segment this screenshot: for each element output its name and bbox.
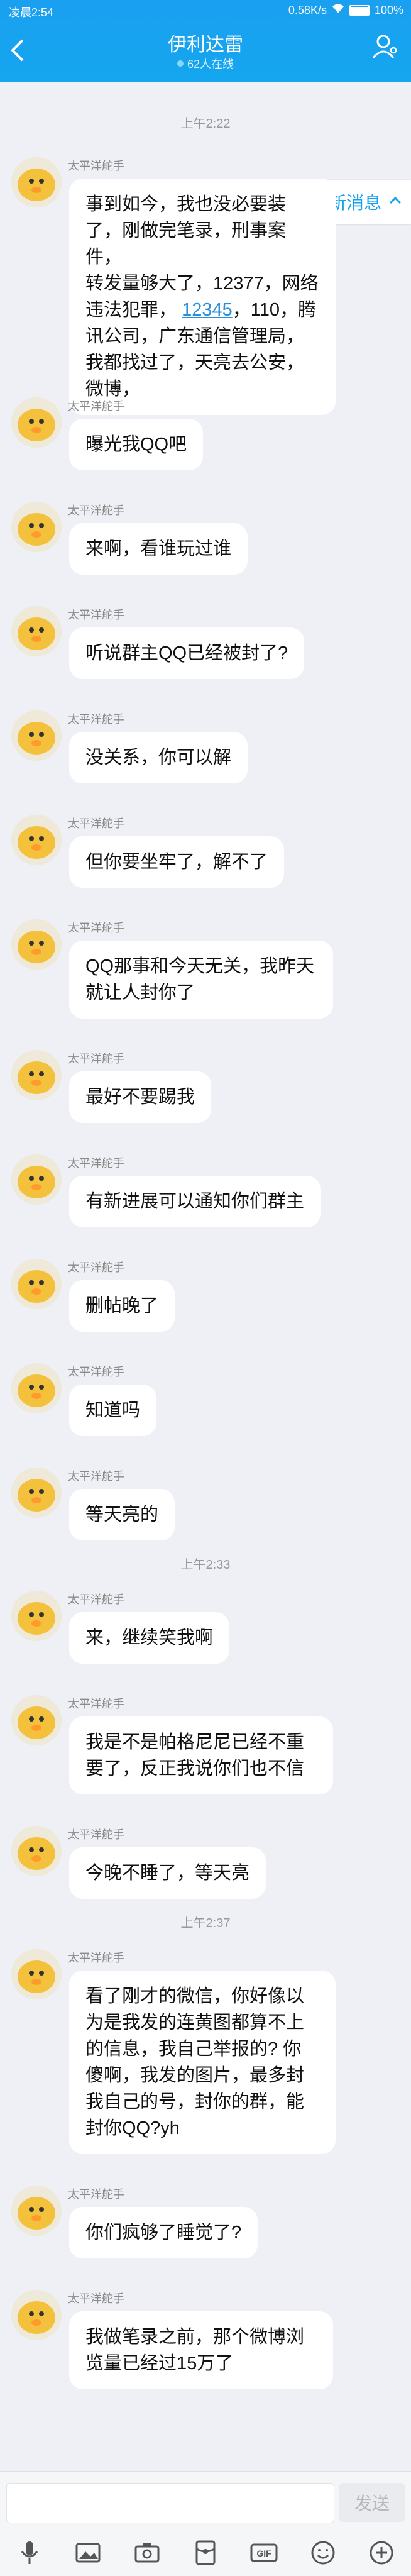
sender-name: 太平洋舵手 (68, 1593, 124, 1606)
microphone-icon[interactable] (15, 2538, 44, 2567)
avatar[interactable] (11, 710, 62, 761)
sender-name: 太平洋舵手 (68, 2292, 124, 2305)
message-bubble[interactable]: 有新进展可以通知你们群主 (69, 1176, 321, 1227)
avatar[interactable] (11, 1259, 62, 1309)
battery-icon (349, 5, 370, 16)
sender-name: 太平洋舵手 (68, 1470, 124, 1483)
message-bubble[interactable]: 我做笔录之前，那个微博浏 览量已经过15万了 (69, 2311, 333, 2389)
message-bubble[interactable]: 删帖晚了 (69, 1280, 175, 1332)
phone-link[interactable]: 12345 (182, 300, 233, 320)
avatar[interactable] (11, 502, 62, 552)
sender-name: 太平洋舵手 (68, 160, 124, 172)
wifi-icon (332, 4, 344, 17)
battery-level: 100% (374, 4, 403, 16)
sender-name: 太平洋舵手 (68, 1157, 124, 1169)
message-bubble[interactable]: 最好不要踢我 (69, 1071, 212, 1123)
avatar[interactable] (11, 1949, 62, 1999)
avatar[interactable] (11, 815, 62, 865)
avatar[interactable] (11, 157, 62, 207)
avatar[interactable] (11, 1468, 62, 1518)
avatar[interactable] (11, 1695, 62, 1745)
avatar[interactable] (11, 2186, 62, 2236)
online-count-label: 62人在线 (187, 58, 234, 70)
sender-name: 太平洋舵手 (68, 400, 124, 412)
sender-name: 太平洋舵手 (68, 1366, 124, 1378)
timestamp: 上午2:37 (180, 1916, 231, 1930)
message-bubble[interactable]: 来，继续笑我啊 (69, 1612, 230, 1664)
message-bubble[interactable]: 事到如今，我也没必要装 了，刚做完笔录，刑事案件， 转发量够大了，12377，网… (69, 179, 336, 415)
avatar[interactable] (11, 1363, 62, 1413)
avatar[interactable] (11, 1826, 62, 1876)
message-bubble[interactable]: 没关系，你可以解 (69, 732, 248, 783)
avatar[interactable] (11, 397, 62, 448)
avatar[interactable] (11, 1591, 62, 1641)
sender-name: 太平洋舵手 (68, 1698, 124, 1710)
message-list[interactable]: 上午2:22 31条新消息 太平洋舵手 事到如今，我也没必要装 了，刚做完笔录，… (0, 82, 411, 2471)
sender-name: 太平洋舵手 (68, 1053, 124, 1065)
message-bubble[interactable]: 你们疯够了睡觉了? (69, 2207, 258, 2258)
sender-name: 太平洋舵手 (68, 609, 124, 621)
timestamp: 上午2:33 (180, 1558, 231, 1572)
message-bubble[interactable]: QQ那事和今天无关，我昨天 就让人封你了 (69, 941, 333, 1019)
message-bubble[interactable]: 看了刚才的微信，你好像以 为是我发的连黄图都算不上 的信息，我自己举报的? 你 … (69, 1971, 336, 2154)
avatar[interactable] (11, 919, 62, 970)
input-toolbar: GIF (0, 2535, 411, 2571)
emoji-icon[interactable] (309, 2538, 337, 2567)
network-speed: 0.58K/s (288, 4, 327, 16)
avatar[interactable] (11, 606, 62, 656)
input-area: 发送 GIF (0, 2471, 411, 2576)
sender-name: 太平洋舵手 (68, 1828, 124, 1841)
message-input[interactable] (6, 2483, 334, 2523)
sender-name: 太平洋舵手 (68, 817, 124, 830)
group-title: 伊利达雷 (168, 35, 243, 55)
send-button[interactable]: 发送 (339, 2483, 405, 2522)
message-bubble[interactable]: 来啊，看谁玩过谁 (69, 523, 248, 575)
chat-header: 凌晨2:54 0.58K/s 100% 伊利达雷 62人在线 (0, 0, 411, 82)
red-packet-icon[interactable] (191, 2538, 220, 2567)
status-time: 凌晨2:54 (9, 6, 54, 19)
sender-name: 太平洋舵手 (68, 922, 124, 934)
group-members-button[interactable] (371, 31, 401, 62)
svg-text:GIF: GIF (257, 2548, 272, 2558)
avatar[interactable] (11, 1050, 62, 1100)
status-right: 0.58K/s 100% (288, 4, 403, 17)
sender-name: 太平洋舵手 (68, 1952, 124, 1964)
message-bubble[interactable]: 等天亮的 (69, 1489, 175, 1540)
message-bubble[interactable]: 但你要坐牢了，解不了 (69, 836, 285, 888)
image-icon[interactable] (74, 2538, 102, 2567)
plus-icon[interactable] (367, 2538, 396, 2567)
gif-icon[interactable]: GIF (249, 2538, 278, 2567)
message-bubble[interactable]: 今晚不睡了，等天亮 (69, 1847, 266, 1899)
sender-name: 太平洋舵手 (68, 2188, 124, 2201)
sender-name: 太平洋舵手 (68, 713, 124, 726)
avatar[interactable] (11, 2290, 62, 2340)
message-bubble[interactable]: 我是不是帕格尼尼已经不重 要了，反正我说你们也不信 (69, 1716, 333, 1794)
status-bar: 凌晨2:54 0.58K/s 100% (0, 0, 411, 20)
avatar[interactable] (11, 1154, 62, 1205)
message-bubble[interactable]: 知道吗 (69, 1385, 157, 1436)
online-count: 62人在线 (0, 55, 411, 72)
message-bubble[interactable]: 听说群主QQ已经被封了? (69, 627, 305, 679)
camera-icon[interactable] (133, 2538, 162, 2567)
timestamp: 上午2:22 (180, 117, 231, 131)
message-bubble[interactable]: 曝光我QQ吧 (69, 419, 204, 470)
sender-name: 太平洋舵手 (68, 504, 124, 517)
chevron-up-icon (388, 192, 403, 212)
sender-name: 太平洋舵手 (68, 1261, 124, 1274)
online-dot-icon (177, 60, 184, 67)
